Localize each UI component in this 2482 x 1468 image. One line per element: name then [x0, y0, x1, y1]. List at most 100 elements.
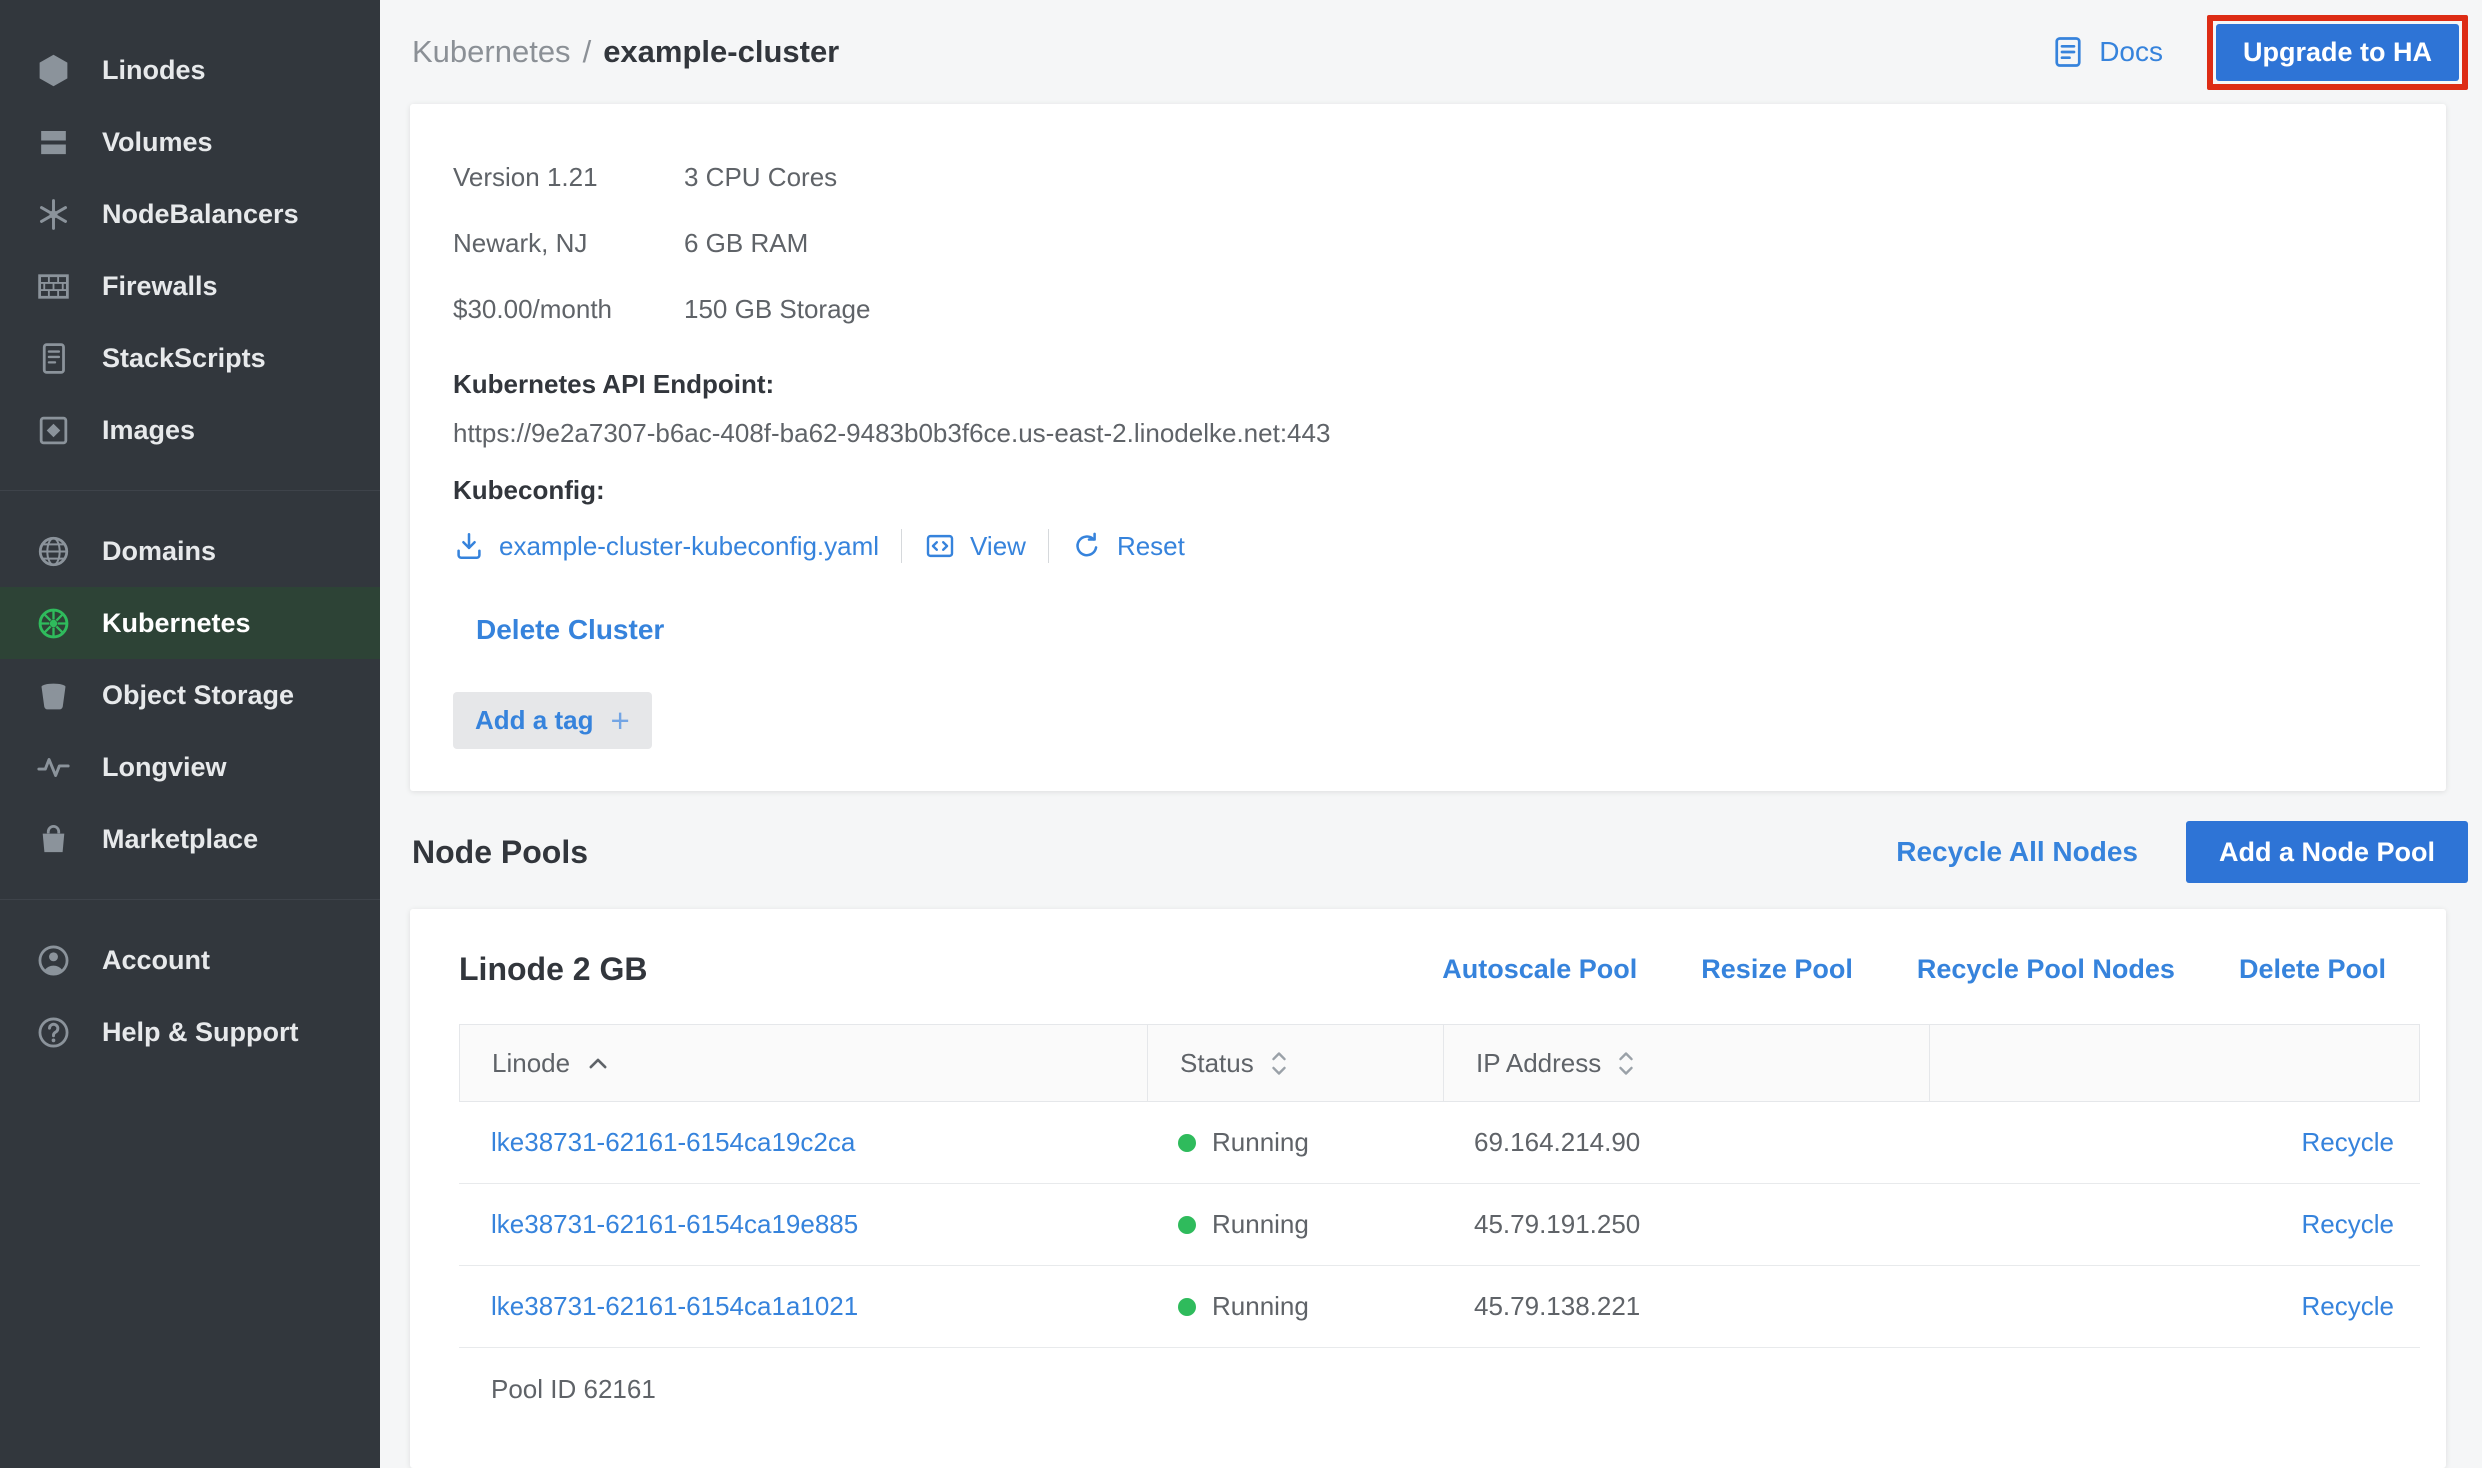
sort-asc-icon [586, 1055, 610, 1072]
cluster-version: Version 1.21 [453, 162, 684, 193]
autoscale-pool-link[interactable]: Autoscale Pool [1442, 954, 1637, 985]
globe-icon [35, 533, 72, 570]
node-ip: 45.79.138.221 [1442, 1291, 1928, 1322]
sidebar-item-account[interactable]: Account [0, 924, 380, 996]
spec-row: $30.00/month 150 GB Storage [453, 276, 2398, 342]
breadcrumb-section[interactable]: Kubernetes [412, 34, 571, 70]
sidebar-item-label: NodeBalancers [102, 199, 299, 230]
node-ip: 45.79.191.250 [1442, 1209, 1928, 1240]
cluster-storage: 150 GB Storage [684, 294, 870, 325]
sidebar-item-label: Help & Support [102, 1017, 299, 1048]
docs-icon [2050, 34, 2086, 70]
status-label: Running [1212, 1127, 1309, 1158]
column-label: Linode [492, 1048, 570, 1079]
question-icon [35, 1014, 72, 1051]
sidebar-divider [0, 490, 380, 491]
add-node-pool-button[interactable]: Add a Node Pool [2186, 821, 2468, 883]
sort-both-icon [1270, 1048, 1288, 1079]
api-endpoint-url: https://9e2a7307-b6ac-408f-ba62-9483b0b3… [453, 418, 2398, 448]
status-dot-running [1178, 1216, 1196, 1234]
sidebar-item-linodes[interactable]: Linodes [0, 34, 380, 106]
sidebar-item-firewalls[interactable]: Firewalls [0, 250, 380, 322]
sidebar-item-object-storage[interactable]: Object Storage [0, 659, 380, 731]
kubernetes-wheel-icon [35, 605, 72, 642]
sidebar-item-nodebalancers[interactable]: NodeBalancers [0, 178, 380, 250]
kubeconfig-label: Kubeconfig: [453, 474, 2398, 506]
status-dot-running [1178, 1134, 1196, 1152]
images-icon [35, 412, 72, 449]
add-tag-button[interactable]: Add a tag + [453, 692, 652, 749]
nodes-table-header: Linode Status IP Address [459, 1024, 2420, 1102]
delete-cluster-row: Delete Cluster [453, 614, 2398, 646]
column-label: Status [1180, 1048, 1254, 1079]
recycle-node-link[interactable]: Recycle [2302, 1209, 2394, 1240]
status-label: Running [1212, 1291, 1309, 1322]
recycle-node-link[interactable]: Recycle [2302, 1127, 2394, 1158]
sidebar-item-images[interactable]: Images [0, 394, 380, 466]
sidebar-item-domains[interactable]: Domains [0, 515, 380, 587]
breadcrumb-separator: / [583, 34, 592, 70]
sidebar-item-stackscripts[interactable]: StackScripts [0, 322, 380, 394]
pool-id-footer: Pool ID 62161 [459, 1348, 2420, 1430]
sidebar-item-volumes[interactable]: Volumes [0, 106, 380, 178]
shopping-bag-icon [35, 821, 72, 858]
reset-icon [1071, 530, 1103, 562]
cluster-summary-card: Version 1.21 3 CPU Cores Newark, NJ 6 GB… [410, 104, 2446, 791]
table-row: lke38731-62161-6154ca19e885 Running 45.7… [459, 1184, 2420, 1266]
kubeconfig-view-link[interactable]: View [924, 530, 1026, 562]
node-link[interactable]: lke38731-62161-6154ca19e885 [459, 1209, 1146, 1240]
column-header-linode[interactable]: Linode [460, 1025, 1147, 1101]
sidebar-item-label: Firewalls [102, 271, 218, 302]
node-ip: 69.164.214.90 [1442, 1127, 1928, 1158]
delete-cluster-button[interactable]: Delete Cluster [476, 614, 664, 646]
pool-name: Linode 2 GB [459, 951, 647, 988]
status-dot-running [1178, 1298, 1196, 1316]
sidebar-item-label: Object Storage [102, 680, 294, 711]
code-view-icon [924, 530, 956, 562]
node-pools-header: Node Pools Recycle All Nodes Add a Node … [410, 821, 2468, 883]
sidebar: Linodes Volumes NodeBalancers Firewalls … [0, 0, 380, 1468]
sidebar-item-label: Longview [102, 752, 227, 783]
node-link[interactable]: lke38731-62161-6154ca1a1021 [459, 1291, 1146, 1322]
sidebar-item-longview[interactable]: Longview [0, 731, 380, 803]
cluster-price: $30.00/month [453, 294, 684, 325]
pulse-icon [35, 749, 72, 786]
upgrade-to-ha-button[interactable]: Upgrade to HA [2216, 24, 2459, 81]
cluster-cpu: 3 CPU Cores [684, 162, 837, 193]
pool-header: Linode 2 GB Autoscale Pool Resize Pool R… [459, 951, 2420, 988]
sidebar-item-marketplace[interactable]: Marketplace [0, 803, 380, 875]
resize-pool-link[interactable]: Resize Pool [1701, 954, 1853, 985]
column-header-status[interactable]: Status [1147, 1025, 1443, 1101]
stackscripts-icon [35, 340, 72, 377]
node-pool-card: Linode 2 GB Autoscale Pool Resize Pool R… [410, 909, 2446, 1468]
kubeconfig-reset-link[interactable]: Reset [1071, 530, 1185, 562]
kubeconfig-actions-row: example-cluster-kubeconfig.yaml View Res… [453, 526, 2398, 566]
sidebar-item-kubernetes[interactable]: Kubernetes [0, 587, 380, 659]
delete-pool-link[interactable]: Delete Pool [2239, 954, 2386, 985]
node-status: Running [1146, 1127, 1442, 1158]
node-status: Running [1146, 1209, 1442, 1240]
spec-row: Newark, NJ 6 GB RAM [453, 210, 2398, 276]
docs-link[interactable]: Docs [2050, 34, 2163, 70]
recycle-node-link[interactable]: Recycle [2302, 1291, 2394, 1322]
table-row: lke38731-62161-6154ca1a1021 Running 45.7… [459, 1266, 2420, 1348]
view-label: View [970, 531, 1026, 562]
column-header-ip-address[interactable]: IP Address [1443, 1025, 1929, 1101]
download-icon [453, 530, 485, 562]
status-label: Running [1212, 1209, 1309, 1240]
table-row: lke38731-62161-6154ca19c2ca Running 69.1… [459, 1102, 2420, 1184]
sidebar-item-label: StackScripts [102, 343, 266, 374]
sidebar-item-help-support[interactable]: Help & Support [0, 996, 380, 1068]
add-tag-label: Add a tag [475, 705, 593, 736]
nodebalancers-icon [35, 196, 72, 233]
breadcrumb-current-cluster: example-cluster [603, 34, 839, 70]
sort-both-icon [1617, 1048, 1635, 1079]
plus-icon: + [610, 702, 629, 740]
vertical-divider [901, 529, 902, 563]
recycle-pool-nodes-link[interactable]: Recycle Pool Nodes [1917, 954, 2175, 985]
kubeconfig-download-link[interactable]: example-cluster-kubeconfig.yaml [453, 530, 879, 562]
linodes-cube-icon [35, 52, 72, 89]
node-link[interactable]: lke38731-62161-6154ca19c2ca [459, 1127, 1146, 1158]
recycle-all-nodes-link[interactable]: Recycle All Nodes [1896, 836, 2138, 868]
pool-action-links: Autoscale Pool Resize Pool Recycle Pool … [1442, 954, 2386, 985]
